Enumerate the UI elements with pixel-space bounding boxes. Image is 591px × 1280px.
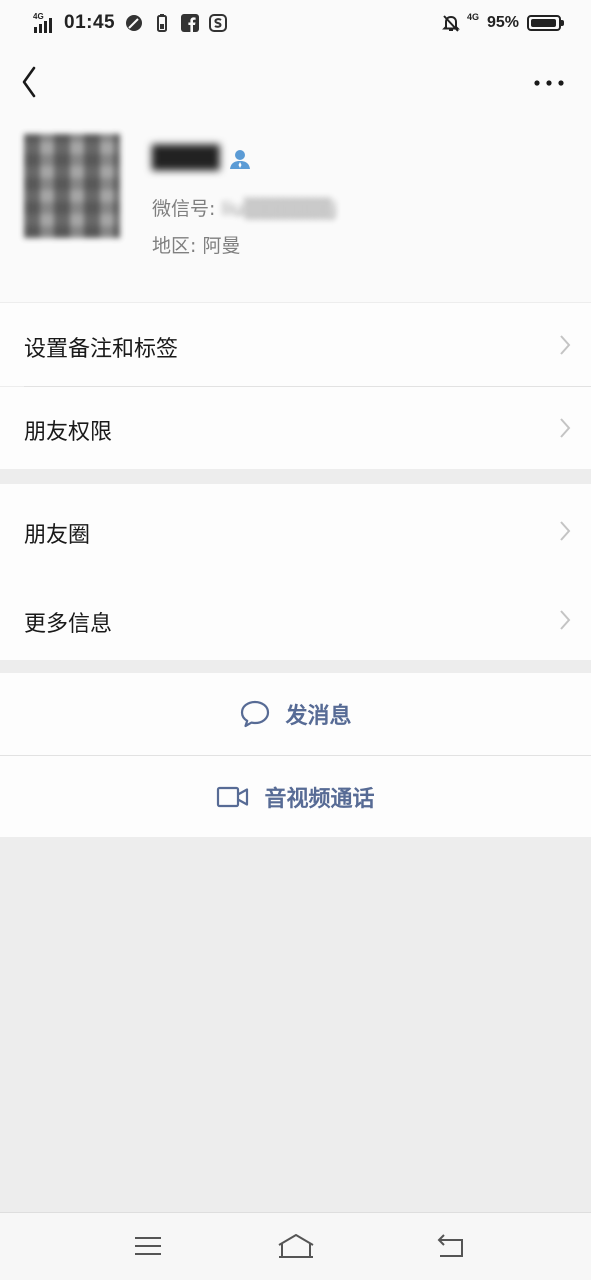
chevron-right-icon (560, 418, 571, 438)
status-right: 4G 95% (441, 8, 564, 38)
region-label: 地区: (152, 235, 197, 257)
menu-item-moments[interactable]: 朋友圈 (0, 484, 591, 576)
back-chevron-icon[interactable] (14, 62, 48, 102)
send-message-button[interactable]: 发消息 (0, 673, 591, 755)
return-icon[interactable] (434, 1231, 468, 1261)
leaf-icon (126, 15, 143, 31)
network-type-right: 4G (466, 12, 479, 22)
network-type-left: 4G (33, 12, 44, 21)
battery-small-icon (157, 14, 168, 32)
status-left: 4G 01:45 (32, 8, 228, 38)
region-value: 阿曼 (202, 235, 241, 257)
menu-item-label: 更多信息 (24, 612, 113, 637)
chevron-right-icon (560, 610, 571, 630)
video-camera-icon (217, 786, 249, 807)
more-dots-icon[interactable] (529, 66, 569, 100)
chat-bubble-icon (241, 700, 270, 728)
avatar[interactable] (24, 134, 120, 238)
status-bar: 4G 01:45 4G 95% (0, 0, 591, 46)
battery-percent: 95% (486, 14, 519, 31)
send-message-label: 发消息 (285, 704, 352, 729)
menu-item-remark-tags[interactable]: 设置备注和标签 (0, 303, 591, 386)
menu-item-more-info[interactable]: 更多信息 (0, 576, 591, 660)
battery-icon (527, 15, 564, 31)
menu-item-label: 朋友权限 (24, 420, 113, 445)
wechat-id-label: 微信号: (152, 198, 216, 220)
home-icon[interactable] (276, 1231, 316, 1261)
nickname-row: ████ (152, 146, 252, 171)
menu-item-label: 设置备注和标签 (24, 337, 179, 362)
menu-item-label: 朋友圈 (24, 523, 91, 548)
signal-icon: 4G (32, 11, 58, 35)
video-call-label: 音视频通话 (264, 786, 375, 812)
wechat-id-value: liu▒▒▒▒▒▒j (221, 198, 338, 220)
wechat-id: 微信号: liu▒▒▒▒▒▒j (152, 194, 337, 221)
contact-verified-icon (229, 149, 250, 169)
region: 地区: 阿曼 (152, 231, 240, 258)
system-nav-bar (0, 1212, 591, 1280)
clock: 01:45 (64, 12, 116, 33)
chevron-right-icon (560, 521, 571, 541)
nickname: ████ (152, 146, 220, 171)
bell-off-icon (442, 15, 460, 32)
chevron-right-icon (560, 335, 571, 355)
s-app-icon (209, 14, 228, 32)
video-call-button[interactable]: 音视频通话 (0, 756, 591, 837)
nav-bar (0, 46, 591, 118)
menu-item-friend-permissions[interactable]: 朋友权限 (0, 387, 591, 469)
menu-icon[interactable] (132, 1231, 164, 1261)
facebook-icon (181, 14, 200, 32)
